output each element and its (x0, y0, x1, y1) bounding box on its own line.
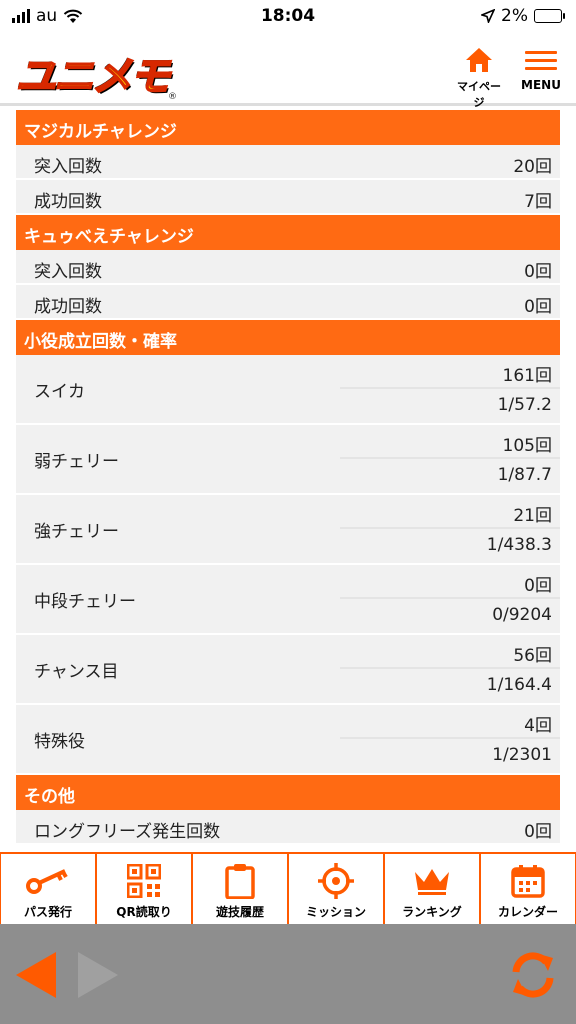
section-title: マジカルチャレンジ (16, 110, 560, 145)
nav-ranking[interactable]: ランキング (385, 854, 479, 924)
row-label: スイカ (16, 355, 340, 423)
row-probability: 1/164.4 (486, 675, 552, 695)
probability-row: 中段チェリー 0回 0/9204 (16, 565, 560, 635)
logo-text: ユニメモ (15, 53, 171, 101)
nav-label: パス発行 (23, 905, 72, 919)
data-row: 突入回数 20回 (16, 145, 560, 180)
row-count: 56回 (340, 635, 560, 669)
probability-row: チャンス目 56回 1/164.4 (16, 635, 560, 705)
location-arrow-icon (481, 9, 496, 23)
clipboard-icon (225, 864, 255, 899)
probability-row: 特殊役 4回 1/2301 (16, 705, 560, 775)
section-other: その他 ロングフリーズ発生回数 0回 (16, 775, 560, 845)
row-probability: 0/9204 (492, 605, 552, 625)
nav-pass-issue[interactable]: パス発行 (1, 854, 95, 924)
nav-mission[interactable]: ミッション (289, 854, 383, 924)
row-value: 7回 (340, 180, 560, 213)
section-kyubey-challenge: キュゥべえチャレンジ 突入回数 0回 成功回数 0回 (16, 215, 560, 320)
row-probability: 1/438.3 (486, 535, 552, 555)
mypage-label: マイページ (457, 80, 501, 109)
site-logo[interactable]: ユニメモ® (15, 44, 177, 102)
row-label: 突入回数 (16, 145, 340, 178)
row-value: 0回 (340, 285, 560, 318)
nav-label: カレンダー (497, 905, 558, 919)
row-label: 中段チェリー (16, 565, 340, 633)
status-bar: au 18:04 2% (0, 0, 576, 34)
mypage-button[interactable]: マイページ (452, 44, 506, 110)
row-count: 0回 (340, 565, 560, 599)
nav-label: ランキング (402, 905, 462, 919)
row-count: 21回 (340, 495, 560, 529)
data-row: 突入回数 0回 (16, 250, 560, 285)
back-button[interactable] (14, 950, 58, 1004)
browser-toolbar (0, 924, 576, 1024)
battery-icon (534, 9, 565, 23)
row-value: 0回 (340, 250, 560, 283)
calendar-icon (511, 865, 545, 898)
row-count: 105回 (340, 425, 560, 459)
nav-qr-read[interactable]: QR読取り (97, 854, 191, 924)
data-content: マジカルチャレンジ 突入回数 20回 成功回数 7回 キュゥべえチャレンジ 突入… (0, 110, 576, 850)
forward-arrow-icon (78, 952, 118, 998)
reload-button[interactable] (506, 948, 560, 1006)
forward-button[interactable] (76, 950, 120, 1004)
probability-row: 弱チェリー 105回 1/87.7 (16, 425, 560, 495)
row-probability: 1/2301 (492, 745, 552, 765)
row-label: ロングフリーズ発生回数 (16, 810, 340, 843)
row-label: 成功回数 (16, 285, 340, 318)
target-icon (318, 863, 354, 899)
row-label: チャンス目 (16, 635, 340, 703)
nav-play-history[interactable]: 遊技履歴 (193, 854, 287, 924)
section-title: その他 (16, 775, 560, 810)
row-probability: 1/87.7 (497, 465, 552, 485)
section-title: 小役成立回数・確率 (16, 320, 560, 355)
key-icon (26, 869, 68, 894)
section-koyaku: 小役成立回数・確率 スイカ 161回 1/57.2 弱チェリー 105回 1/8… (16, 320, 560, 775)
row-label: 弱チェリー (16, 425, 340, 493)
nav-label: 遊技履歴 (215, 905, 264, 919)
home-icon (466, 48, 492, 72)
row-count: 4回 (340, 705, 560, 739)
crown-icon (415, 869, 449, 895)
nav-calendar[interactable]: カレンダー (481, 854, 575, 924)
back-arrow-icon (16, 952, 56, 998)
row-value: 0回 (340, 810, 560, 843)
row-label: 突入回数 (16, 250, 340, 283)
reload-icon (512, 952, 554, 998)
probability-row: スイカ 161回 1/57.2 (16, 355, 560, 425)
qr-icon (127, 864, 161, 898)
section-title: キュゥべえチャレンジ (16, 215, 560, 250)
menu-button[interactable]: MENU (516, 44, 566, 92)
row-probability: 1/57.2 (497, 395, 552, 415)
row-label: 強チェリー (16, 495, 340, 563)
data-row: ロングフリーズ発生回数 0回 (16, 810, 560, 845)
menu-label: MENU (521, 78, 561, 92)
bottom-nav: パス発行 QR読取り 遊技履歴 ミッション ランキング カレンダー (0, 852, 576, 924)
row-label: 特殊役 (16, 705, 340, 773)
data-row: 成功回数 7回 (16, 180, 560, 215)
row-value: 20回 (340, 145, 560, 178)
probability-row: 強チェリー 21回 1/438.3 (16, 495, 560, 565)
nav-label: ミッション (305, 905, 366, 919)
nav-label: QR読取り (116, 905, 172, 919)
row-count: 161回 (340, 355, 560, 389)
section-magical-challenge: マジカルチャレンジ 突入回数 20回 成功回数 7回 (16, 110, 560, 215)
battery-percent: 2% (501, 6, 528, 26)
hamburger-icon (516, 44, 566, 76)
row-label: 成功回数 (16, 180, 340, 213)
data-row: 成功回数 0回 (16, 285, 560, 320)
registered-mark: ® (168, 92, 177, 102)
site-header: ユニメモ® マイページ MENU (0, 34, 576, 109)
